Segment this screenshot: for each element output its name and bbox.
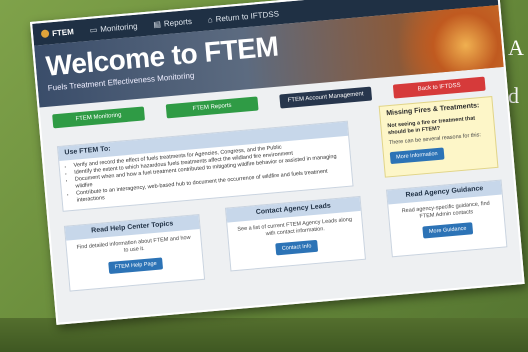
home-icon: ⌂ — [207, 14, 213, 24]
agency-leads-panel: Contact Agency Leads See a list of curre… — [224, 195, 366, 272]
use-ftem-panel: Use FTEM To: Verify and record the effec… — [56, 120, 354, 212]
nav-item-return-iftdss[interactable]: ⌂ Return to IFTDSS — [207, 9, 279, 24]
agency-guidance-panel: Read Agency Guidance Read agency-specifi… — [385, 179, 508, 258]
back-to-iftdss-button[interactable]: Back to IFTDSS — [392, 76, 486, 99]
ftem-monitoring-button[interactable]: FTEM Monitoring — [52, 106, 146, 129]
ftem-reports-button[interactable]: FTEM Reports — [165, 96, 259, 119]
ftem-screenshot-card: FTEM ▭ Monitoring ▤ Reports ⌂ Return to … — [30, 0, 525, 325]
help-center-panel: Read Help Center Topics Find detailed in… — [63, 213, 206, 292]
nav-item-label: Monitoring — [99, 21, 138, 34]
brand[interactable]: FTEM — [40, 26, 75, 39]
slide-footer-band — [0, 318, 528, 352]
account-management-button[interactable]: FTEM Account Management — [279, 86, 373, 109]
brand-label: FTEM — [51, 26, 75, 38]
missing-fires-notice: Missing Fires & Treatments: Not seeing a… — [378, 95, 499, 178]
more-information-button[interactable]: More Information — [389, 147, 445, 165]
ftem-logo-icon — [40, 29, 50, 39]
nav-item-reports[interactable]: ▤ Reports — [153, 16, 192, 28]
more-guidance-button[interactable]: More Guidance — [422, 222, 473, 239]
contact-info-button[interactable]: Contact Info — [275, 239, 318, 256]
ftem-help-page-button[interactable]: FTEM Help Page — [108, 257, 164, 275]
slide-text-fragment: A d — [508, 35, 524, 108]
nav-item-monitoring[interactable]: ▭ Monitoring — [89, 21, 138, 34]
nav-item-label: Return to IFTDSS — [215, 8, 280, 24]
nav-item-label: Reports — [163, 16, 193, 28]
report-icon: ▤ — [152, 19, 162, 29]
agency-guidance-text: Read agency-specific guidance, find FTEM… — [401, 200, 491, 220]
monitor-icon: ▭ — [89, 24, 98, 35]
